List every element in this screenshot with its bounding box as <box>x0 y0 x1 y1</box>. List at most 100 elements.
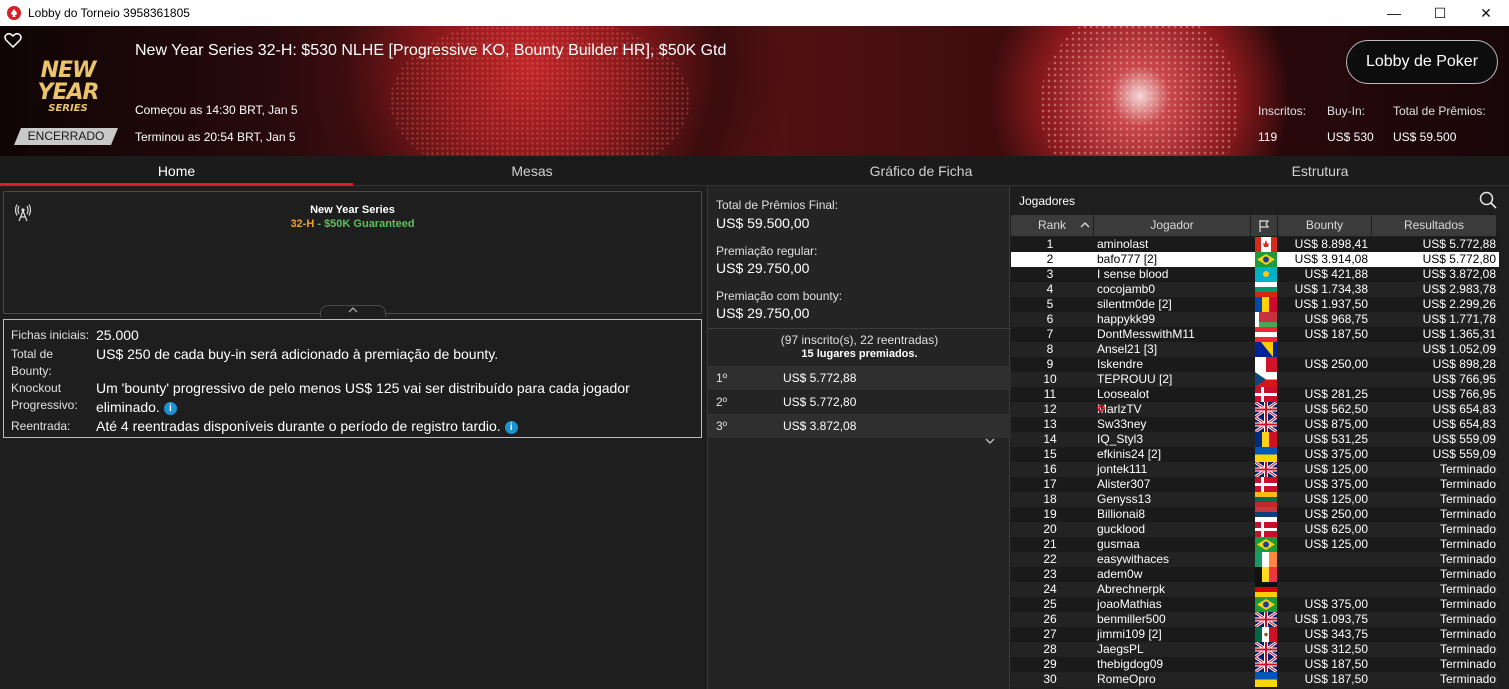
player-row[interactable]: 18 Genyss13 US$ 125,00 Terminado <box>1011 492 1509 507</box>
player-row[interactable]: 20 gucklood US$ 625,00 Terminado <box>1011 522 1509 537</box>
player-row[interactable]: 14 IQ_Styl3 US$ 531,25 US$ 559,09 <box>1011 432 1509 447</box>
player-rank: 20 <box>1043 522 1057 536</box>
player-bounty: US$ 625,00 <box>1304 522 1368 536</box>
guarantee: $50K Guaranteed <box>324 218 415 230</box>
tab-tables[interactable]: Mesas <box>353 156 711 186</box>
heart-icon[interactable] <box>4 32 22 48</box>
player-row[interactable]: 17 Alister307 US$ 375,00 Terminado <box>1011 477 1509 492</box>
player-rank: 10 <box>1043 372 1057 386</box>
country-flag-icon <box>1255 567 1277 582</box>
player-rank: 29 <box>1043 657 1057 671</box>
country-flag-icon <box>1255 477 1277 492</box>
tab-structure[interactable]: Estrutura <box>1131 156 1509 186</box>
player-row[interactable]: 25 joaoMathias US$ 375,00 Terminado <box>1011 597 1509 612</box>
country-flag-icon <box>1255 462 1277 477</box>
player-row[interactable]: 27 jimmi109 [2] US$ 343,75 Terminado <box>1011 627 1509 642</box>
player-row[interactable]: 24 Abrechnerpk Terminado <box>1011 582 1509 597</box>
player-row[interactable]: 29 thebigdog09 US$ 187,50 Terminado <box>1011 657 1509 672</box>
maximize-button[interactable]: ☐ <box>1417 0 1463 26</box>
poker-lobby-button[interactable]: Lobby de Poker <box>1346 40 1498 84</box>
player-result: Terminado <box>1439 612 1496 626</box>
payout-position: 1º <box>716 371 728 385</box>
column-flag[interactable] <box>1251 215 1277 236</box>
player-name-text: TEPROUU [2] <box>1097 372 1173 386</box>
close-button[interactable]: ✕ <box>1463 0 1509 26</box>
players-header: Jogadores <box>1011 186 1509 214</box>
column-bounty[interactable]: Bounty <box>1278 215 1371 236</box>
player-row[interactable]: 13 Sw33ney US$ 875,00 US$ 654,83 <box>1011 417 1509 432</box>
chevron-down-icon[interactable] <box>984 436 996 446</box>
player-row[interactable]: 4 cocojamb0 US$ 1.734,38 US$ 2.983,78 <box>1011 282 1509 297</box>
player-row[interactable]: 28 JaegsPL US$ 312,50 Terminado <box>1011 642 1509 657</box>
player-name-text: benmiller500 <box>1097 612 1166 626</box>
player-row[interactable]: 15 efkinis24 [2] US$ 375,00 US$ 559,09 <box>1011 447 1509 462</box>
player-result: US$ 559,09 <box>1432 432 1496 446</box>
player-result: US$ 654,83 <box>1432 402 1496 416</box>
series-name: New Year Series <box>310 204 395 216</box>
player-row[interactable]: 1 aminolast US$ 8.898,41 US$ 5.772,88 <box>1011 237 1509 252</box>
player-rank: 8 <box>1046 342 1054 356</box>
column-player[interactable]: Jogador <box>1094 215 1250 236</box>
tab-home[interactable]: Home <box>0 156 353 186</box>
window-title: Lobby do Torneio 3958361805 <box>28 6 190 20</box>
player-name-text: gucklood <box>1097 522 1146 536</box>
column-rank[interactable]: Rank <box>1011 215 1093 236</box>
scrollbar-track[interactable] <box>1499 237 1509 689</box>
collapse-toggle[interactable] <box>320 305 386 317</box>
player-row[interactable]: 16 jontek111 US$ 125,00 Terminado <box>1011 462 1509 477</box>
player-row[interactable]: 22 easywithaces Terminado <box>1011 552 1509 567</box>
player-row[interactable]: 30 RomeOpro US$ 187,50 Terminado <box>1011 672 1509 687</box>
player-row[interactable]: 23 adem0w Terminado <box>1011 567 1509 582</box>
player-row[interactable]: 5 silentm0de [2] US$ 1.937,50 US$ 2.299,26 <box>1011 297 1509 312</box>
player-row[interactable]: 11 Loosealot US$ 281,25 US$ 766,95 <box>1011 387 1509 402</box>
player-result: US$ 1.365,31 <box>1422 327 1496 341</box>
player-name: benmiller500 <box>1097 612 1166 627</box>
player-row[interactable]: 6 happykk99 US$ 968,75 US$ 1.771,78 <box>1011 312 1509 327</box>
player-row[interactable]: 2 bafo777 [2] US$ 3.914,08 US$ 5.772,80 <box>1011 252 1509 267</box>
player-row[interactable]: 19 Billionai8 US$ 250,00 Terminado <box>1011 507 1509 522</box>
payout-row: 2º US$ 5.772,80 <box>708 390 1011 414</box>
player-name-text: thebigdog09 <box>1097 657 1164 671</box>
search-icon[interactable] <box>1479 191 1497 209</box>
player-row[interactable]: 7 DontMesswithM11 US$ 187,50 US$ 1.365,31 <box>1011 327 1509 342</box>
player-row[interactable]: 9 Iskendre US$ 250,00 US$ 898,28 <box>1011 357 1509 372</box>
player-row[interactable]: 3 I sense blood US$ 421,88 US$ 3.872,08 <box>1011 267 1509 282</box>
minimize-button[interactable]: — <box>1371 0 1417 26</box>
player-name-text: joaoMathias <box>1097 597 1162 611</box>
player-name: Ansel21 [3] <box>1097 342 1157 357</box>
player-row[interactable]: 8 Ansel21 [3] US$ 1.052,09 <box>1011 342 1509 357</box>
player-name-text: Ansel21 [3] <box>1097 342 1158 356</box>
players-title: Jogadores <box>1019 194 1076 208</box>
info-icon[interactable]: i <box>504 420 518 434</box>
info-icon[interactable]: i <box>163 401 177 415</box>
country-flag-icon <box>1255 267 1277 282</box>
player-result: Terminado <box>1439 627 1496 641</box>
player-name-text: jontek111 <box>1097 462 1148 476</box>
player-row[interactable]: 21 gusmaa US$ 125,00 Terminado <box>1011 537 1509 552</box>
tab-chip-graph[interactable]: Gráfico de Ficha <box>711 156 1131 186</box>
bounty-label: Total de Bounty: <box>11 347 54 378</box>
column-rank-label: Rank <box>1037 218 1066 232</box>
player-name-text: Genyss13 <box>1097 492 1152 506</box>
column-results[interactable]: Resultados <box>1372 215 1496 236</box>
player-name-text: Sw33ney <box>1097 417 1147 431</box>
reentry-text: Até 4 reentradas disponíveis durante o p… <box>96 418 501 434</box>
player-rank: 22 <box>1043 552 1057 566</box>
end-time: Terminou as 20:54 BRT, Jan 5 <box>135 130 296 144</box>
player-row[interactable]: 26 benmiller500 US$ 1.093,75 Terminado <box>1011 612 1509 627</box>
player-name: DontMesswithM11 <box>1097 327 1195 342</box>
player-rank: 3 <box>1046 267 1054 281</box>
player-result: Terminado <box>1439 507 1496 521</box>
player-name-text: cocojamb0 <box>1097 282 1156 296</box>
player-result: Terminado <box>1439 642 1496 656</box>
player-row[interactable]: 12 ✪ MarlzTV US$ 562,50 US$ 654,83 <box>1011 402 1509 417</box>
player-rank: 14 <box>1043 432 1057 446</box>
player-name: adem0w <box>1097 567 1142 582</box>
player-row[interactable]: 10 TEPROUU [2] US$ 766,95 <box>1011 372 1509 387</box>
country-flag-icon <box>1255 357 1277 372</box>
player-name: Genyss13 <box>1097 492 1151 507</box>
series-subtitle: 32-H - $50K Guaranteed <box>4 218 701 230</box>
player-name-text: gusmaa <box>1097 537 1140 551</box>
player-result: Terminado <box>1439 477 1496 491</box>
event-title: New Year Series 32-H: $530 NLHE [Progres… <box>135 42 727 59</box>
